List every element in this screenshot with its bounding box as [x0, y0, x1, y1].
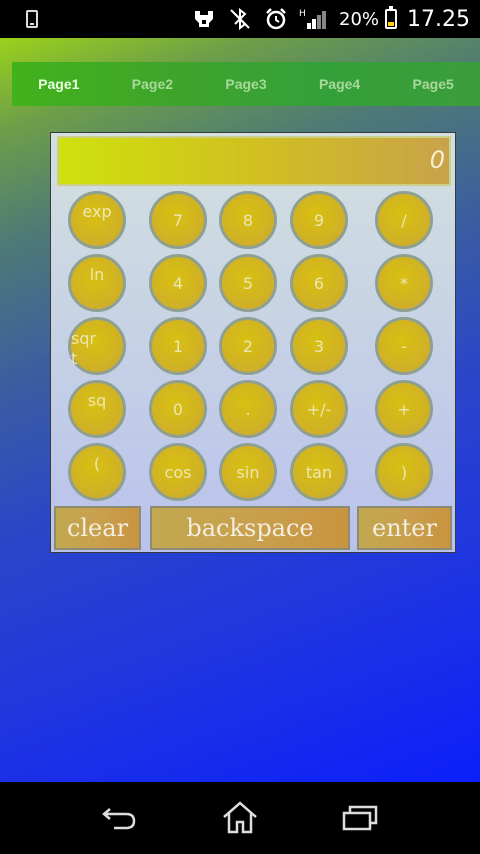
navigation-bar: [0, 782, 480, 854]
digit-0-button[interactable]: 0: [149, 380, 207, 438]
tan-button[interactable]: tan: [290, 443, 348, 501]
tab-page2[interactable]: Page2: [106, 76, 200, 92]
usb-connection-icon: [191, 6, 217, 32]
clock-time: 17.25: [407, 6, 470, 32]
bluetooth-off-icon: [227, 6, 253, 32]
tab-page3[interactable]: Page3: [199, 76, 293, 92]
negate-button[interactable]: +/-: [290, 380, 348, 438]
tab-bar: Page1 Page2 Page3 Page4 Page5: [12, 62, 480, 106]
app-content: Page1 Page2 Page3 Page4 Page5 0 exp 7 8 …: [0, 38, 480, 782]
sqrt-button[interactable]: sqr t: [68, 317, 126, 375]
add-button[interactable]: +: [375, 380, 433, 438]
calculator-display: 0: [57, 136, 451, 186]
square-button[interactable]: sq: [68, 380, 126, 438]
recent-apps-icon[interactable]: [336, 796, 384, 840]
tab-page4[interactable]: Page4: [293, 76, 387, 92]
digit-9-button[interactable]: 9: [290, 191, 348, 249]
digit-6-button[interactable]: 6: [290, 254, 348, 312]
sin-button[interactable]: sin: [219, 443, 277, 501]
clear-button[interactable]: clear: [54, 506, 141, 550]
tab-page5[interactable]: Page5: [386, 76, 480, 92]
calculator-panel: 0 exp 7 8 9 / ln 4 5 6 * sqr t 1 2 3 - s…: [50, 132, 456, 553]
battery-icon: [385, 6, 398, 29]
back-icon[interactable]: [96, 796, 144, 840]
enter-button[interactable]: enter: [357, 506, 452, 550]
digit-4-button[interactable]: 4: [149, 254, 207, 312]
tab-page1[interactable]: Page1: [12, 76, 106, 92]
multiply-button[interactable]: *: [375, 254, 433, 312]
subtract-button[interactable]: -: [375, 317, 433, 375]
alarm-clock-icon: [263, 6, 289, 32]
right-paren-button[interactable]: ): [375, 443, 433, 501]
home-icon[interactable]: [216, 796, 264, 840]
ln-button[interactable]: ln: [68, 254, 126, 312]
sim-card-icon: [26, 10, 38, 28]
digit-8-button[interactable]: 8: [219, 191, 277, 249]
status-bar: H 20% 17.25: [0, 0, 480, 38]
signal-icon: H: [299, 6, 329, 32]
digit-2-button[interactable]: 2: [219, 317, 277, 375]
battery-percent: 20%: [339, 8, 380, 30]
exp-button[interactable]: exp: [68, 191, 126, 249]
divide-button[interactable]: /: [375, 191, 433, 249]
digit-5-button[interactable]: 5: [219, 254, 277, 312]
display-value: 0: [429, 146, 445, 174]
cos-button[interactable]: cos: [149, 443, 207, 501]
sqrt-label-line1: sqr: [71, 329, 97, 348]
left-paren-button[interactable]: (: [68, 443, 126, 501]
digit-1-button[interactable]: 1: [149, 317, 207, 375]
network-type-label: H: [299, 9, 306, 19]
digit-3-button[interactable]: 3: [290, 317, 348, 375]
decimal-point-button[interactable]: .: [219, 380, 277, 438]
sqrt-label-line2: t: [71, 349, 78, 368]
digit-7-button[interactable]: 7: [149, 191, 207, 249]
backspace-button[interactable]: backspace: [150, 506, 350, 550]
